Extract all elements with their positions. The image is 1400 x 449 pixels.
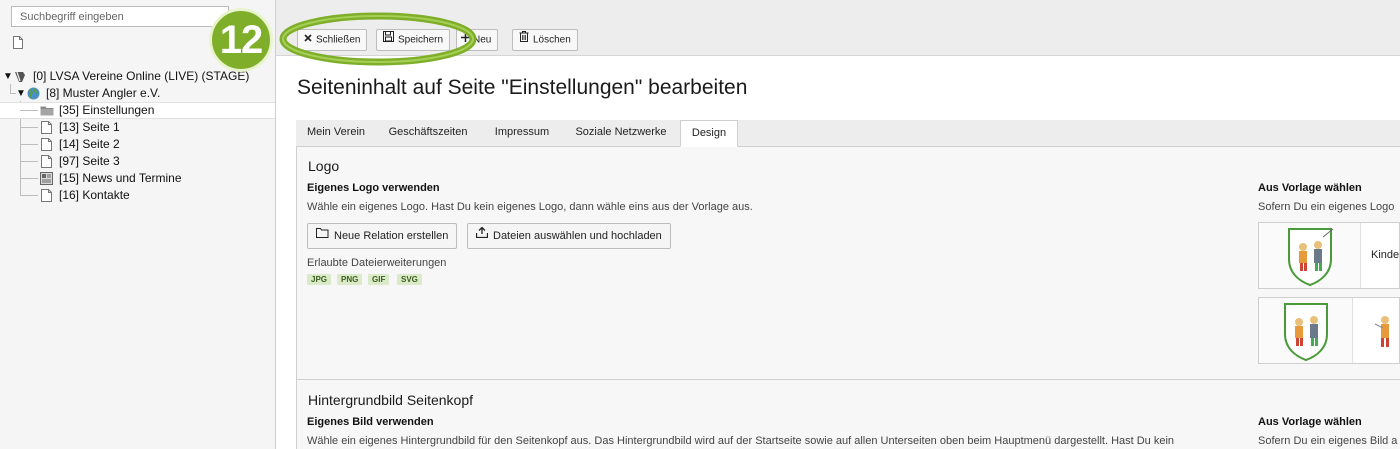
tree-item-seite-1[interactable]: [13] Seite 1 [0, 119, 275, 136]
template-option[interactable] [1258, 297, 1400, 364]
new-relation-button[interactable]: Neue Relation erstellen [307, 223, 458, 249]
angler-crest-image [1288, 228, 1334, 287]
tab-impressum[interactable]: Impressum [482, 120, 562, 146]
tree-guide-line [20, 110, 38, 111]
delete-button[interactable]: Löschen [512, 29, 578, 51]
tree-item-seite-2[interactable]: [14] Seite 2 [0, 136, 275, 153]
collapse-arrow-icon[interactable]: ▼ [16, 85, 26, 102]
extension-badge: GIF [368, 274, 390, 285]
tab-bar: Mein Verein Geschäftszeiten Impressum So… [296, 120, 1400, 147]
own-logo-title: Eigenes Logo verwenden [307, 182, 440, 194]
own-image-description: Wähle ein eigenes Hintergrundbild für de… [307, 435, 1175, 447]
section-divider [296, 379, 1400, 380]
tab-mein-verein[interactable]: Mein Verein [296, 120, 376, 146]
tab-soziale-netzwerke[interactable]: Soziale Netzwerke [566, 120, 676, 146]
template-option[interactable]: Kinde [1258, 222, 1400, 289]
tree-item-label: [13] Seite 1 [59, 120, 120, 134]
page-title: Seiteninhalt auf Seite "Einstellungen" b… [297, 76, 748, 99]
new-relation-label: Neue Relation erstellen [334, 230, 449, 242]
delete-button-label: Löschen [533, 34, 571, 46]
folder-open-icon [316, 223, 329, 247]
upload-files-label: Dateien auswählen und hochladen [493, 230, 662, 242]
upload-files-button[interactable]: Dateien auswählen und hochladen [467, 223, 671, 249]
angler-crest-image [1284, 303, 1328, 362]
own-image-title: Eigenes Bild verwenden [307, 416, 434, 428]
tree-item-einstellungen[interactable]: [35] Einstellungen [0, 102, 275, 119]
extension-badge: JPG [307, 274, 332, 285]
tab-geschaeftszeiten[interactable]: Geschäftszeiten [378, 120, 478, 146]
tab-design[interactable]: Design [680, 120, 738, 147]
trash-icon [519, 30, 529, 50]
angler-figure-image [1374, 316, 1389, 347]
template-image-description: Sofern Du ein eigenes Bild a [1258, 435, 1398, 447]
search-input[interactable] [11, 6, 229, 27]
page-icon [41, 189, 52, 207]
tree-item-label: [14] Seite 2 [59, 137, 120, 151]
template-logo-description: Sofern Du ein eigenes Logo [1258, 201, 1395, 213]
template-thumbnail [1259, 223, 1361, 288]
tree-item-label: [97] Seite 3 [59, 154, 120, 168]
tree-item-seite-3[interactable]: [97] Seite 3 [0, 153, 275, 170]
new-page-icon[interactable] [13, 36, 23, 54]
section-heading-logo: Logo [308, 158, 340, 174]
template-image-title: Aus Vorlage wählen [1258, 416, 1362, 428]
extension-badge: SVG [397, 274, 422, 285]
upload-icon [475, 223, 489, 247]
template-thumbnail [1259, 298, 1353, 363]
tree-guide-line [20, 161, 38, 162]
tree-item-label: [8] Muster Angler e.V. [46, 86, 161, 100]
template-logo-title: Aus Vorlage wählen [1258, 182, 1362, 194]
tree-guide-line [20, 195, 38, 196]
allowed-extensions-label: Erlaubte Dateierweiterungen [307, 257, 447, 269]
tree-item-kontakte[interactable]: [16] Kontakte [0, 187, 275, 204]
tree-guide-line [20, 178, 38, 179]
step-number-badge: 12 [209, 8, 273, 72]
tree-item-label: [0] LVSA Vereine Online (LIVE) (STAGE) [33, 69, 250, 83]
tree-item-site[interactable]: ▼ [8] Muster Angler e.V. [0, 85, 275, 102]
extension-badge: PNG [337, 274, 363, 285]
folder-icon [40, 105, 54, 120]
section-heading-header-image: Hintergrundbild Seitenkopf [308, 392, 473, 408]
own-logo-description: Wähle ein eigenes Logo. Hast Du kein eig… [307, 201, 753, 213]
collapse-arrow-icon[interactable]: ▼ [3, 68, 13, 85]
tree-item-news[interactable]: [15] News und Termine [0, 170, 275, 187]
highlight-ring [279, 12, 477, 66]
tree-guide-line [20, 127, 38, 128]
tree-item-label: [16] Kontakte [59, 188, 130, 202]
tree-guide-line [20, 144, 38, 145]
template-option-label: Kinde [1371, 249, 1400, 261]
tree-item-label: [15] News und Termine [59, 171, 182, 185]
tree-item-label: [35] Einstellungen [59, 103, 155, 117]
